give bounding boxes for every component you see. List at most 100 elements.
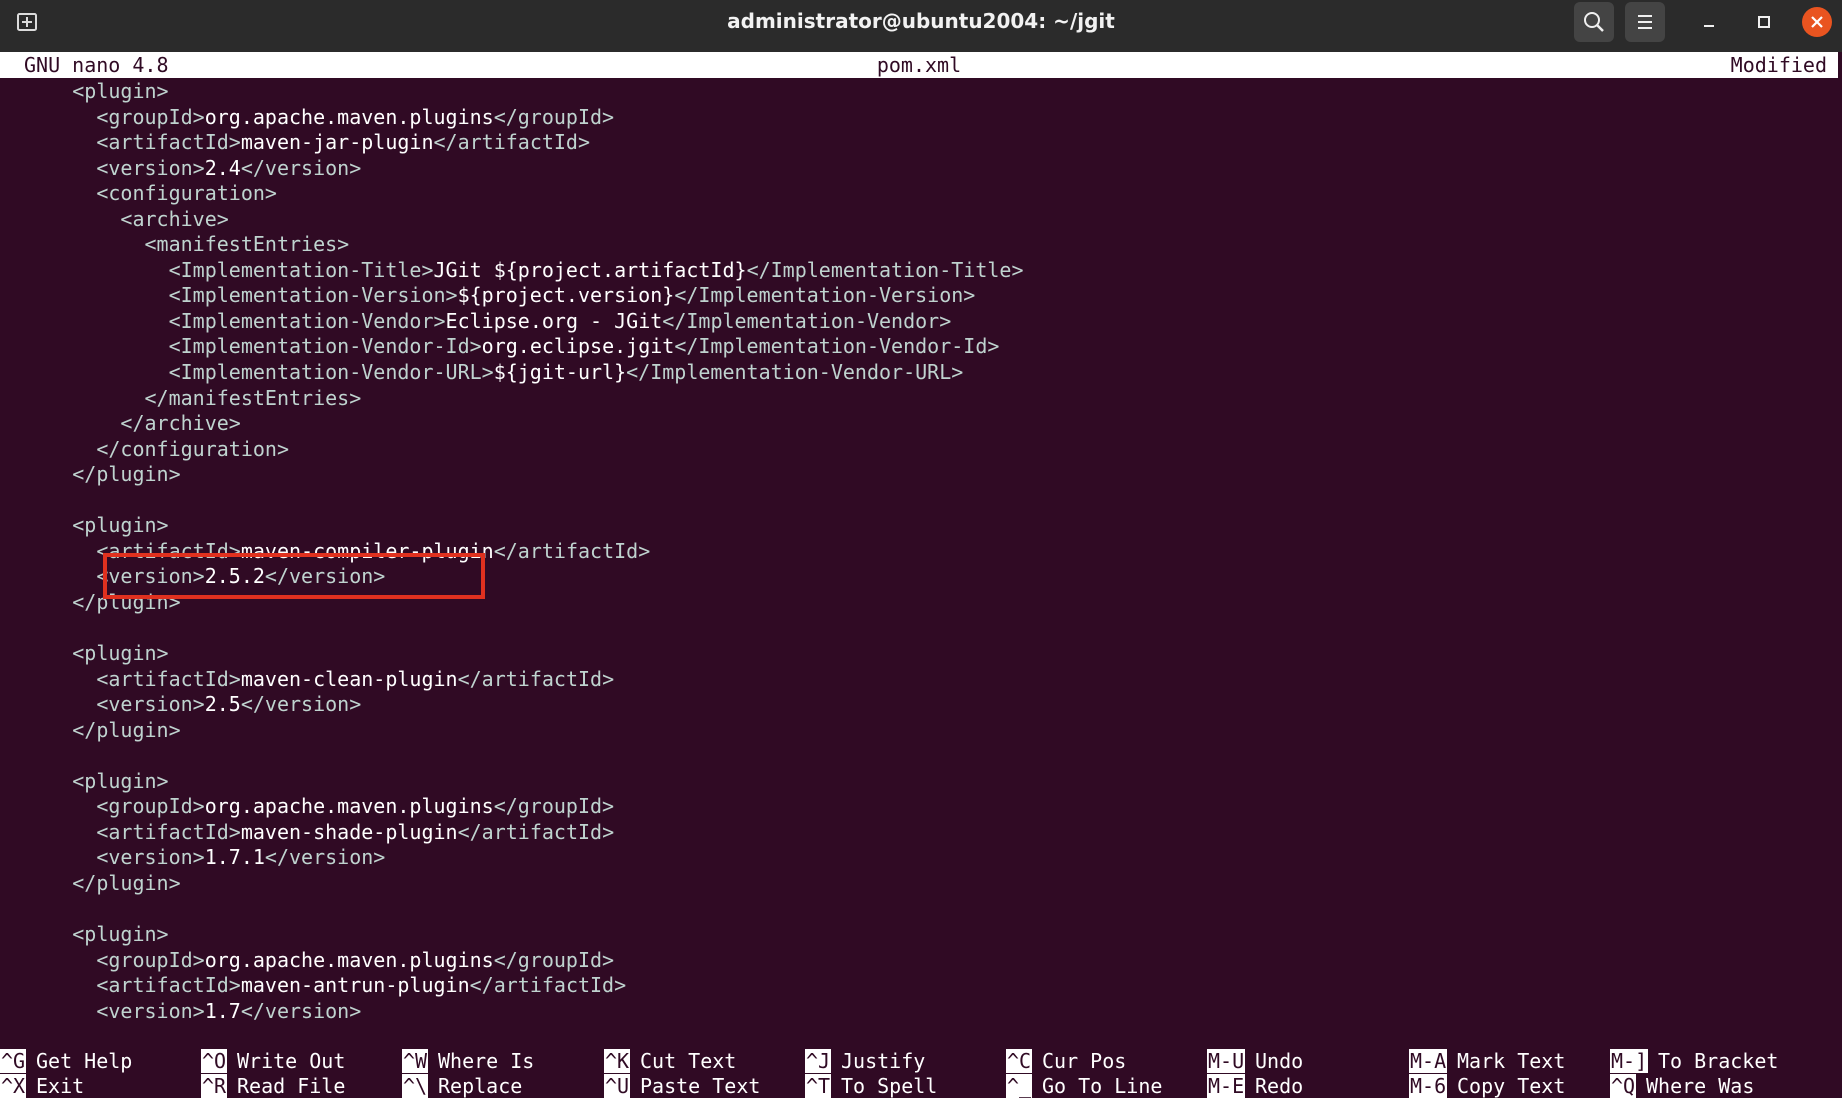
code-line: <manifestEntries> — [0, 232, 1838, 258]
shortcut-label: Redo — [1255, 1074, 1304, 1098]
code-line: <Implementation-Vendor-Id>org.eclipse.jg… — [0, 334, 1838, 360]
code-line: </plugin> — [0, 462, 1838, 488]
shortcut-label: Mark Text — [1457, 1049, 1566, 1073]
code-line: <version>1.7</version> — [0, 999, 1838, 1025]
maximize-icon — [1758, 16, 1770, 28]
code-line: </configuration> — [0, 437, 1838, 463]
minimize-button[interactable] — [1689, 2, 1729, 42]
shortcut-key: ^Q — [1610, 1074, 1637, 1098]
code-line: <plugin> — [0, 641, 1838, 667]
xml-tag: </artifactId> — [493, 538, 651, 563]
shortcut-key: ^R — [201, 1074, 228, 1098]
file-name: pom.xml — [876, 53, 962, 77]
xml-tag: <Implementation-Title> — [168, 257, 434, 282]
xml-tag: <artifactId> — [96, 973, 241, 998]
xml-tag: <Implementation-Version> — [168, 283, 458, 308]
shortcut-label: Read File — [237, 1074, 346, 1098]
xml-tag: <groupId> — [96, 104, 205, 129]
shortcut-item: ^G Get Help — [0, 1049, 200, 1073]
shortcut-key: ^J — [805, 1049, 832, 1073]
editor-text-area[interactable]: <plugin> <groupId>org.apache.maven.plugi… — [0, 79, 1838, 1024]
shortcut-item: M-A Mark Text — [1409, 1049, 1609, 1073]
code-line: <version>2.4</version> — [0, 156, 1838, 182]
code-line: <Implementation-Version>${project.versio… — [0, 283, 1838, 309]
code-text: 2.4 — [204, 155, 241, 180]
search-icon — [1584, 12, 1604, 32]
shortcut-key: M-A — [1409, 1049, 1448, 1073]
xml-tag: </archive> — [120, 411, 241, 436]
code-line: <groupId>org.apache.maven.plugins</group… — [0, 948, 1838, 974]
code-text: org.eclipse.jgit — [481, 334, 675, 359]
code-text: 2.5 — [204, 692, 241, 717]
shortcut-item: ^J Justify — [805, 1049, 1005, 1073]
shortcut-item: ^Q Where Was — [1610, 1074, 1810, 1098]
xml-tag: <groupId> — [96, 947, 205, 972]
shortcut-label: Where Is — [438, 1049, 535, 1073]
code-line: </plugin> — [0, 871, 1838, 897]
hamburger-menu-icon — [1638, 15, 1652, 29]
xml-tag: <archive> — [120, 206, 229, 231]
shortcut-item: ^_ Go To Line — [1006, 1074, 1206, 1098]
code-text: 1.7.1 — [204, 845, 265, 870]
code-line: <Implementation-Vendor>Eclipse.org - JGi… — [0, 309, 1838, 335]
close-button[interactable] — [1802, 7, 1832, 37]
code-line: <version>2.5</version> — [0, 692, 1838, 718]
xml-tag: <plugin> — [72, 768, 169, 793]
shortcut-item: M-U Undo — [1207, 1049, 1407, 1073]
menu-button[interactable] — [1625, 2, 1665, 42]
xml-tag: </manifestEntries> — [144, 385, 362, 410]
code-text: maven-clean-plugin — [240, 666, 458, 691]
xml-tag: <plugin> — [72, 513, 169, 538]
xml-tag: </plugin> — [72, 870, 181, 895]
shortcut-key: M-E — [1207, 1074, 1246, 1098]
shortcut-item: ^\ Replace — [402, 1074, 602, 1098]
shortcut-item: ^R Read File — [201, 1074, 401, 1098]
xml-tag: <plugin> — [72, 641, 169, 666]
shortcut-item: ^O Write Out — [201, 1049, 401, 1073]
shortcut-label: Get Help — [36, 1049, 133, 1073]
maximize-button[interactable] — [1744, 2, 1784, 42]
shortcut-label: Replace — [438, 1074, 523, 1098]
xml-tag: </artifactId> — [457, 666, 615, 691]
code-text: JGit ${project.artifactId} — [433, 257, 747, 282]
search-button[interactable] — [1574, 2, 1614, 42]
xml-tag: </Implementation-Vendor> — [662, 308, 952, 333]
code-line: <Implementation-Vendor-URL>${jgit-url}</… — [0, 360, 1838, 386]
code-text: maven-shade-plugin — [240, 819, 458, 844]
shortcut-label: Paste Text — [640, 1074, 761, 1098]
xml-tag: <version> — [96, 845, 205, 870]
shortcut-item: M-E Redo — [1207, 1074, 1407, 1098]
xml-tag: <Implementation-Vendor> — [168, 308, 446, 333]
code-line: <plugin> — [0, 922, 1838, 948]
xml-tag: <Implementation-Vendor-URL> — [168, 360, 494, 385]
xml-tag: <artifactId> — [96, 130, 241, 155]
shortcut-key: ^O — [201, 1049, 228, 1073]
code-line: <plugin> — [0, 769, 1838, 795]
xml-tag: </artifactId> — [457, 819, 615, 844]
shortcut-label: Go To Line — [1042, 1074, 1163, 1098]
shortcut-key: M-] — [1610, 1049, 1649, 1073]
xml-tag: </configuration> — [96, 436, 289, 461]
xml-tag: <groupId> — [96, 794, 205, 819]
highlight-annotation-box — [103, 553, 485, 599]
xml-tag: </plugin> — [72, 717, 181, 742]
code-line: <archive> — [0, 207, 1838, 233]
shortcut-key: M-6 — [1409, 1074, 1448, 1098]
shortcut-key: ^T — [805, 1074, 832, 1098]
